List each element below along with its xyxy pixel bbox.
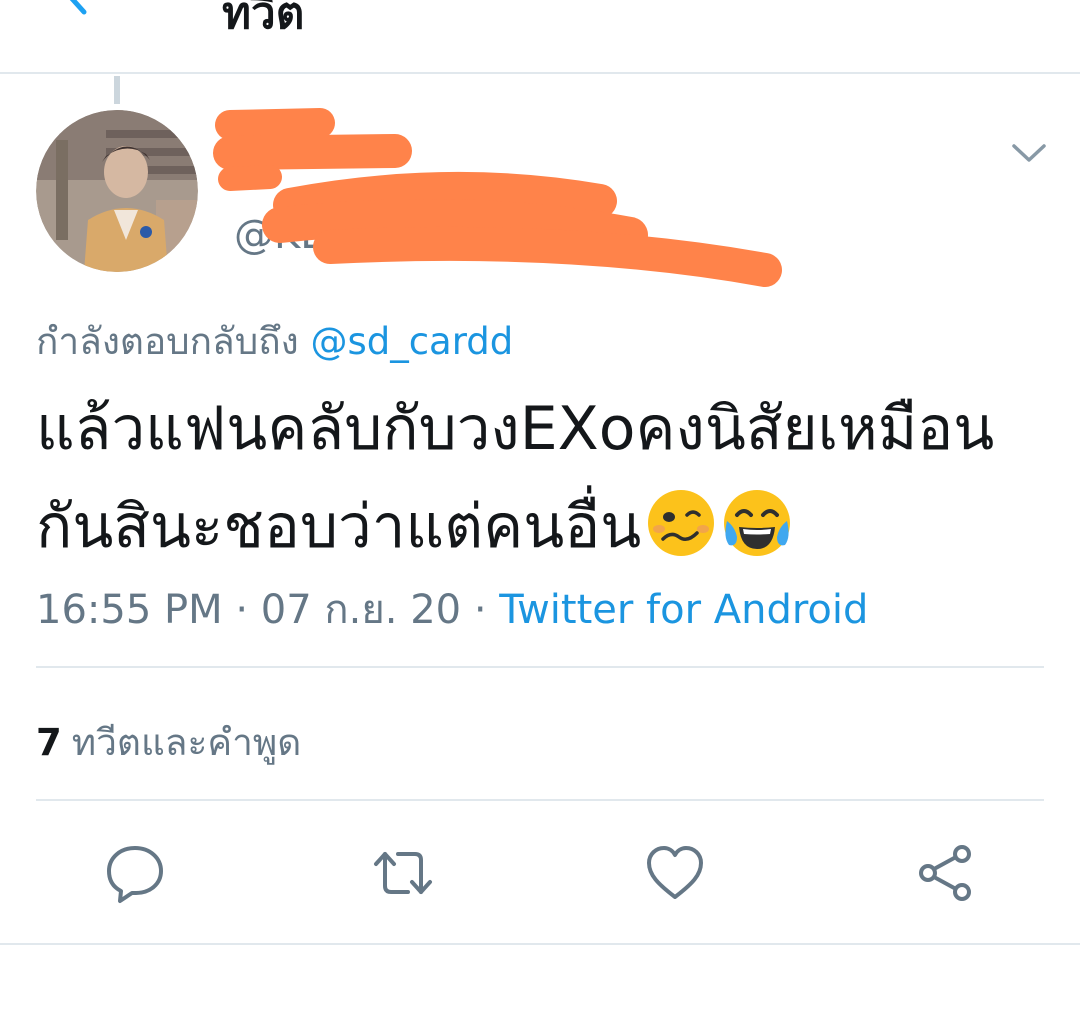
divider — [36, 666, 1044, 668]
page-title: ทวีต — [222, 0, 305, 39]
top-bar: ทวีต — [0, 0, 1080, 74]
tweet-metadata: 16:55 PM · 07 ก.ย. 20 · Twitter for Andr… — [36, 577, 868, 641]
meta-separator: · — [473, 587, 487, 633]
tweet-text: แล้วแฟนคลับกับวงEXoคงนิสัยเหมือนกันสินะช… — [36, 394, 995, 562]
reply-mention-link[interactable]: @sd_cardd — [310, 320, 513, 363]
tweet-source-link[interactable]: Twitter for Android — [499, 587, 868, 633]
quote-label: ทวีตและคำพูด — [71, 721, 302, 764]
retweet-icon[interactable] — [372, 842, 434, 904]
meta-separator: · — [235, 587, 249, 633]
heart-icon[interactable] — [644, 842, 706, 904]
chevron-down-icon[interactable] — [1010, 138, 1048, 168]
tears-of-joy-emoji-icon — [724, 490, 791, 556]
tweet-date: 07 ก.ย. 20 — [260, 587, 462, 633]
share-icon[interactable] — [914, 842, 976, 904]
woozy-face-emoji-icon — [648, 490, 715, 556]
reply-icon[interactable] — [104, 842, 166, 904]
divider — [36, 799, 1044, 801]
avatar-image — [36, 110, 198, 272]
quote-count: 7 — [36, 721, 62, 764]
retweets-and-quotes[interactable]: 7 ทวีตและคำพูด — [36, 713, 301, 772]
replying-to-label: กำลังตอบกลับถึง — [36, 320, 299, 363]
tweet-time: 16:55 PM — [36, 587, 223, 633]
replying-to: กำลังตอบกลับถึง @sd_cardd — [36, 312, 513, 371]
thread-connector — [114, 76, 120, 104]
divider — [0, 943, 1080, 945]
back-arrow-icon[interactable] — [50, 0, 110, 20]
redaction-scribble — [213, 108, 782, 287]
tweet-body: แล้วแฟนคลับกับวงEXoคงนิสัยเหมือนกันสินะช… — [36, 380, 1056, 576]
avatar[interactable] — [36, 110, 198, 272]
